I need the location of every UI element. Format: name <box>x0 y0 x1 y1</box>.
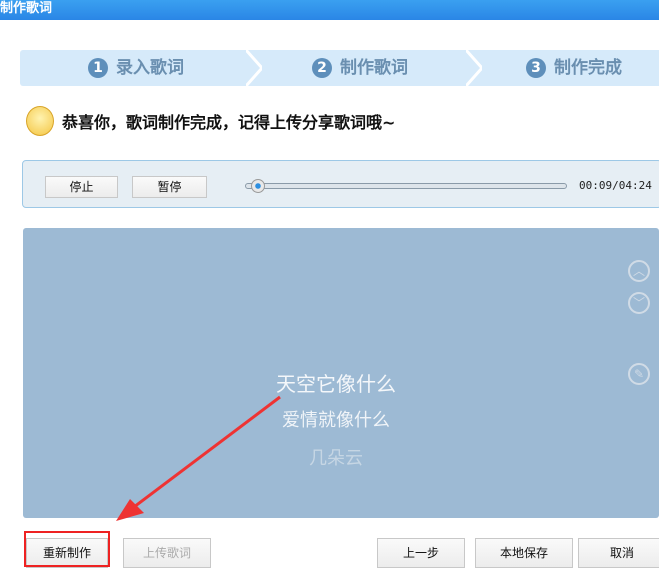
step-label: 制作完成 <box>554 58 622 78</box>
player-bar: 停止 暂停 00:09/04:24 <box>22 160 659 208</box>
lyric-line-current: 天空它像什么 <box>276 372 396 396</box>
step-label: 制作歌词 <box>340 58 408 78</box>
smiley-icon <box>26 106 54 136</box>
pause-button[interactable]: 暂停 <box>132 176 207 198</box>
time-readout: 00:09/04:24 <box>579 179 652 192</box>
upload-lyrics-button[interactable]: 上传歌词 <box>123 538 211 568</box>
chevron-down-icon[interactable]: ﹀ <box>628 292 650 314</box>
step-1: 1 录入歌词 <box>88 50 184 86</box>
step-label: 录入歌词 <box>116 58 184 78</box>
stop-button[interactable]: 停止 <box>45 176 118 198</box>
cancel-button[interactable]: 取消 <box>578 538 659 568</box>
slider-handle[interactable] <box>250 179 265 193</box>
annotation-arrow <box>116 395 281 521</box>
step-number: 3 <box>526 58 546 78</box>
step-2: 2 制作歌词 <box>312 50 408 86</box>
pencil-icon[interactable]: ✎ <box>628 363 650 385</box>
progress-slider[interactable] <box>245 183 567 189</box>
step-number: 1 <box>88 58 108 78</box>
chevron-up-icon[interactable]: ︿ <box>628 260 650 282</box>
step-3: 3 制作完成 <box>526 50 622 86</box>
window-title: 制作歌词 <box>0 0 659 20</box>
step-number: 2 <box>312 58 332 78</box>
save-local-button[interactable]: 本地保存 <box>475 538 573 568</box>
chevron-right-icon <box>466 50 482 86</box>
chevron-right-icon <box>246 50 262 86</box>
step-bar: 1 录入歌词 2 制作歌词 3 制作完成 <box>20 50 659 86</box>
previous-step-button[interactable]: 上一步 <box>377 538 465 568</box>
success-message: 恭喜你，歌词制作完成，记得上传分享歌词哦~ <box>26 106 395 136</box>
message-text: 恭喜你，歌词制作完成，记得上传分享歌词哦~ <box>62 113 396 132</box>
highlight-box <box>24 531 110 567</box>
